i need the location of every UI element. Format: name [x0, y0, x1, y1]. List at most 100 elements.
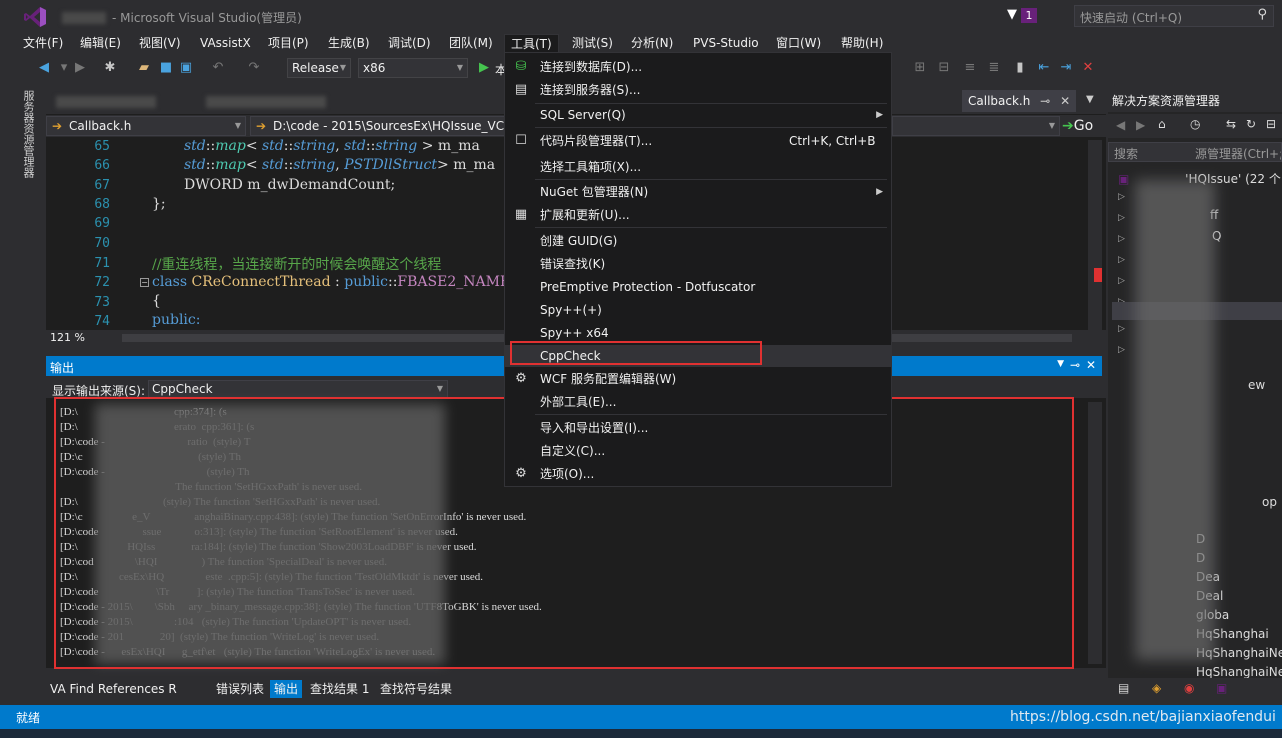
expand-icon[interactable]: ▷ — [1118, 324, 1125, 334]
pin-icon[interactable]: ⊸ — [1070, 358, 1080, 372]
forward-icon[interactable]: ▶ — [72, 60, 88, 76]
toolbar-icon-d[interactable]: ≣ — [986, 60, 1002, 76]
start-debug-icon[interactable]: ▶ — [476, 60, 492, 76]
back-icon[interactable]: ◀ — [1116, 118, 1125, 132]
tree-item-suffix[interactable]: ew — [1248, 378, 1265, 392]
menu-view[interactable]: 视图(V) — [133, 34, 187, 54]
zoom-level[interactable]: 121 % — [50, 331, 85, 344]
menu-item-spy[interactable]: Spy++(+) — [505, 299, 891, 321]
next-bookmark-icon[interactable]: ⇥ — [1058, 60, 1074, 76]
menu-item-connect-database[interactable]: ⛁ 连接到数据库(D)... — [505, 56, 891, 78]
toolbar-icon-b[interactable]: ⊟ — [936, 60, 952, 76]
properties-icon[interactable]: ▤ — [1118, 681, 1129, 695]
history-icon[interactable]: ◷ — [1190, 117, 1200, 131]
expand-icon[interactable]: ▷ — [1118, 345, 1125, 355]
sync-icon[interactable]: ⇆ — [1226, 117, 1236, 131]
menu-edit[interactable]: 编辑(E) — [74, 34, 127, 54]
dropdown-icon[interactable]: ▼ — [1057, 359, 1064, 369]
menu-item-import-export[interactable]: 导入和导出设置(I)... — [505, 417, 891, 439]
undo-icon[interactable]: ↶ — [210, 60, 226, 76]
menu-item-create-guid[interactable]: 创建 GUID(G) — [505, 230, 891, 252]
menu-analyze[interactable]: 分析(N) — [625, 34, 679, 54]
menu-file[interactable]: 文件(F) — [17, 34, 69, 54]
dropdown-arrow-icon[interactable]: ▾ — [56, 60, 72, 76]
menu-item-connect-server[interactable]: ▤ 连接到服务器(S)... — [505, 79, 891, 101]
open-folder-icon[interactable]: ▰ — [136, 60, 152, 76]
menu-item-customize[interactable]: 自定义(C)... — [505, 440, 891, 462]
menu-item-error-lookup[interactable]: 错误查找(K) — [505, 253, 891, 275]
tab-callback-h[interactable]: Callback.h ⊸ ✕ — [962, 90, 1077, 112]
menu-test[interactable]: 测试(S) — [566, 34, 619, 54]
search-icon[interactable]: ⚲ — [1257, 7, 1267, 22]
forward-icon[interactable]: ▶ — [1136, 118, 1145, 132]
file-scope-select[interactable]: ➔ Callback.h ▼ — [46, 116, 246, 136]
configuration-select[interactable]: Release ▼ — [287, 58, 351, 78]
vertical-scrollbar[interactable] — [1088, 140, 1102, 330]
output-source-select[interactable]: CppCheck ▼ — [148, 380, 448, 398]
clear-bookmarks-icon[interactable]: ✕ — [1080, 60, 1096, 76]
menu-tools[interactable]: 工具(T) — [504, 34, 559, 54]
redo-icon[interactable]: ↷ — [246, 60, 262, 76]
toolbar-icon-a[interactable]: ⊞ — [912, 60, 928, 76]
team-explorer-icon[interactable]: ▣ — [1216, 681, 1227, 695]
prev-bookmark-icon[interactable]: ⇤ — [1036, 60, 1052, 76]
member-scope-select[interactable]: ➔ D:\code - 2015\SourcesEx\HQIssue_VC — [250, 116, 506, 136]
filter-icon[interactable]: ▼ — [1007, 7, 1017, 22]
menu-pvs-studio[interactable]: PVS-Studio — [687, 34, 765, 54]
tab-output[interactable]: 输出 — [270, 680, 303, 698]
menu-debug[interactable]: 调试(D) — [382, 34, 437, 54]
expand-icon[interactable]: ▷ — [1118, 234, 1125, 244]
pin-icon[interactable]: ⊸ — [1040, 94, 1050, 108]
bookmark-icon[interactable]: ▮ — [1012, 60, 1028, 76]
menu-item-wcf-editor[interactable]: ⚙ WCF 服务配置编辑器(W) — [505, 368, 891, 390]
collapse-all-icon[interactable]: ⊟ — [1266, 117, 1276, 131]
output-vertical-scrollbar[interactable] — [1088, 402, 1102, 664]
tree-item[interactable]: HqShanghaiNe — [1196, 665, 1282, 679]
menu-vassistx[interactable]: VAssistX — [194, 34, 257, 54]
resource-view-icon[interactable]: ◉ — [1184, 681, 1194, 695]
toolbar-icon-c[interactable]: ≡ — [962, 60, 978, 76]
tab-error-list[interactable]: 错误列表 — [212, 680, 268, 698]
go-button[interactable]: ➔Go — [1062, 115, 1093, 137]
menu-item-dotfuscator[interactable]: PreEmptive Protection - Dotfuscator — [505, 276, 891, 298]
redacted-tab[interactable] — [206, 96, 326, 108]
menu-item-sql-server[interactable]: SQL Server(Q) ▶ — [505, 104, 891, 126]
expand-icon[interactable]: ▷ — [1118, 213, 1125, 223]
menu-build[interactable]: 生成(B) — [322, 34, 376, 54]
close-icon[interactable]: ✕ — [1060, 94, 1070, 108]
menu-item-external-tools[interactable]: 外部工具(E)... — [505, 391, 891, 413]
menu-item-choose-toolbox[interactable]: 选择工具箱项(X)... — [505, 156, 891, 178]
quick-launch-input[interactable]: 快速启动 (Ctrl+Q) ⚲ — [1074, 5, 1274, 27]
menu-item-extensions[interactable]: ▦ 扩展和更新(U)... — [505, 204, 891, 226]
tab-find-symbol-results[interactable]: 查找符号结果 — [376, 680, 456, 698]
menu-team[interactable]: 团队(M) — [443, 34, 499, 54]
menu-help[interactable]: 帮助(H) — [835, 34, 889, 54]
server-explorer-tab[interactable]: 服务器资源管理器 — [22, 90, 36, 178]
class-view-icon[interactable]: ◈ — [1152, 681, 1161, 695]
tab-va-find-references[interactable]: VA Find References R — [46, 680, 181, 698]
menu-item-code-snippets[interactable]: ☐ 代码片段管理器(T)... Ctrl+K, Ctrl+B — [505, 130, 891, 152]
close-icon[interactable]: ✕ — [1086, 358, 1096, 372]
tab-find-results-1[interactable]: 查找结果 1 — [306, 680, 373, 698]
function-select[interactable]: ▼ — [892, 116, 1060, 136]
notification-badge[interactable]: 1 — [1021, 8, 1037, 23]
home-icon[interactable]: ⌂ — [1158, 117, 1166, 131]
back-icon[interactable]: ◀ — [36, 60, 52, 76]
save-all-icon[interactable]: ▣ — [178, 60, 194, 76]
save-icon[interactable]: ■ — [158, 60, 174, 76]
collapse-icon[interactable]: − — [140, 278, 149, 287]
tab-overflow-icon[interactable]: ▼ — [1086, 94, 1094, 105]
menu-project[interactable]: 项目(P) — [262, 34, 315, 54]
expand-icon[interactable]: ▷ — [1118, 192, 1125, 202]
menu-item-options[interactable]: ⚙ 选项(O)... — [505, 463, 891, 485]
new-project-icon[interactable]: ✱ — [102, 60, 118, 76]
expand-icon[interactable]: ▷ — [1118, 276, 1125, 286]
menu-item-nuget[interactable]: NuGet 包管理器(N) ▶ — [505, 181, 891, 203]
expand-icon[interactable]: ▷ — [1118, 255, 1125, 265]
refresh-icon[interactable]: ↻ — [1246, 117, 1256, 131]
redacted-tab[interactable] — [56, 96, 156, 108]
menu-window[interactable]: 窗口(W) — [770, 34, 827, 54]
solution-search-input[interactable]: 搜索 源管理器(Ctrl+; — [1108, 142, 1282, 162]
platform-select[interactable]: x86 ▼ — [358, 58, 468, 78]
tree-item-suffix[interactable]: op — [1262, 495, 1277, 509]
